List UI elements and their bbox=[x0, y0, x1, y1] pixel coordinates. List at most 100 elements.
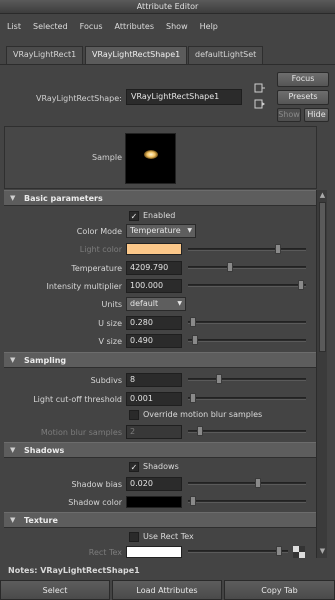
override-motion-blur-checkbox[interactable] bbox=[129, 410, 139, 420]
menu-show[interactable]: Show bbox=[166, 14, 188, 40]
intensity-slider-knob[interactable] bbox=[297, 280, 304, 290]
section-texture[interactable]: ▼ Texture bbox=[4, 512, 316, 528]
dropdown-arrow-icon: ▼ bbox=[187, 227, 192, 234]
shadows-label: Shadows bbox=[143, 462, 179, 471]
cutoff-field[interactable]: 0.001 bbox=[126, 392, 182, 406]
motion-blur-slider-track[interactable] bbox=[188, 430, 306, 433]
scroll-up-icon[interactable]: ▲ bbox=[318, 191, 327, 200]
hide-button[interactable]: Hide bbox=[304, 108, 329, 122]
section-basic-parameters[interactable]: ▼ Basic parameters bbox=[4, 190, 316, 206]
override-motion-blur-label: Override motion blur samples bbox=[143, 410, 263, 419]
output-connection-icon[interactable] bbox=[254, 98, 266, 110]
shadow-color-slider-knob[interactable] bbox=[190, 496, 197, 506]
section-title: Basic parameters bbox=[24, 194, 103, 203]
tab-defaultlightset[interactable]: defaultLightSet bbox=[188, 46, 264, 64]
shadow-bias-label: Shadow bias bbox=[71, 480, 122, 489]
subdivs-field[interactable]: 8 bbox=[126, 373, 182, 387]
tab-divider bbox=[0, 64, 335, 65]
tab-vraylightrect1[interactable]: VRayLightRect1 bbox=[6, 46, 84, 64]
shadow-color-slider-track[interactable] bbox=[188, 500, 306, 503]
node-name-label: VRayLightRectShape: bbox=[36, 94, 122, 103]
subdivs-label: Subdivs bbox=[90, 376, 122, 385]
usize-field[interactable]: 0.280 bbox=[126, 316, 182, 330]
menu-bar: List Selected Focus Attributes Show Help bbox=[0, 14, 335, 40]
focus-button[interactable]: Focus bbox=[277, 72, 329, 87]
subdivs-slider-knob[interactable] bbox=[216, 374, 222, 384]
window-title: Attribute Editor bbox=[0, 0, 335, 14]
shadow-bias-field[interactable]: 0.020 bbox=[126, 477, 182, 491]
enabled-checkbox[interactable]: ✓ bbox=[129, 211, 139, 221]
section-shadows[interactable]: ▼ Shadows bbox=[4, 442, 316, 458]
color-mode-dropdown[interactable]: Temperature ▼ bbox=[126, 224, 196, 238]
collapse-arrow-icon: ▼ bbox=[10, 446, 16, 454]
motion-blur-slider-knob[interactable] bbox=[196, 426, 203, 436]
vsize-label: V size bbox=[98, 337, 122, 346]
light-color-slider-knob[interactable] bbox=[275, 244, 281, 254]
vsize-slider-track[interactable] bbox=[188, 339, 306, 342]
copy-tab-button[interactable]: Copy Tab bbox=[224, 580, 335, 600]
shadow-bias-slider-track[interactable] bbox=[188, 482, 306, 485]
select-button[interactable]: Select bbox=[0, 580, 110, 600]
input-connection-icon[interactable] bbox=[254, 82, 266, 94]
section-title: Sampling bbox=[24, 356, 67, 365]
use-rect-tex-checkbox[interactable] bbox=[129, 532, 139, 542]
intensity-label: Intensity multiplier bbox=[46, 282, 122, 291]
tab-strip: VRayLightRect1 VRayLightRectShape1 defau… bbox=[0, 46, 335, 64]
presets-button[interactable]: Presets bbox=[277, 90, 329, 105]
color-mode-label: Color Mode bbox=[76, 227, 122, 236]
rect-tex-slider-track[interactable] bbox=[188, 550, 288, 553]
intensity-field[interactable]: 100.000 bbox=[126, 279, 182, 293]
vsize-field[interactable]: 0.490 bbox=[126, 334, 182, 348]
map-texture-icon[interactable] bbox=[293, 546, 305, 558]
rect-tex-label: Rect Tex bbox=[88, 548, 122, 557]
units-value: default bbox=[130, 299, 159, 308]
intensity-slider-track[interactable] bbox=[188, 284, 306, 287]
menu-selected[interactable]: Selected bbox=[33, 14, 68, 40]
rect-tex-slider-knob[interactable] bbox=[276, 546, 282, 556]
scroll-down-icon[interactable]: ▼ bbox=[318, 547, 327, 556]
use-rect-tex-label: Use Rect Tex bbox=[143, 532, 194, 541]
menu-help[interactable]: Help bbox=[200, 14, 218, 40]
light-color-swatch[interactable] bbox=[126, 243, 182, 255]
enabled-label: Enabled bbox=[143, 211, 176, 220]
shadows-checkbox[interactable]: ✓ bbox=[129, 462, 139, 472]
motion-blur-samples-field[interactable]: 2 bbox=[126, 425, 182, 439]
show-button[interactable]: Show bbox=[277, 108, 301, 122]
shadow-color-label: Shadow color bbox=[68, 498, 122, 507]
sample-swatch bbox=[125, 133, 176, 184]
attribute-scroll-area: ▼ Basic parameters ✓ Enabled Color Mode T… bbox=[4, 190, 316, 558]
temperature-label: Temperature bbox=[71, 264, 122, 273]
usize-slider-track[interactable] bbox=[188, 321, 306, 324]
sample-label: Sample bbox=[92, 153, 122, 162]
scrollbar-thumb[interactable] bbox=[319, 202, 326, 352]
menu-focus[interactable]: Focus bbox=[80, 14, 103, 40]
usize-slider-knob[interactable] bbox=[190, 317, 197, 327]
notes-label: Notes: VRayLightRectShape1 bbox=[8, 566, 140, 575]
shadow-color-swatch[interactable] bbox=[126, 496, 182, 508]
section-sampling[interactable]: ▼ Sampling bbox=[4, 352, 316, 368]
subdivs-slider-track[interactable] bbox=[188, 378, 306, 381]
cutoff-slider-track[interactable] bbox=[188, 397, 306, 400]
shadow-bias-slider-knob[interactable] bbox=[255, 478, 262, 488]
dropdown-arrow-icon: ▼ bbox=[177, 300, 182, 307]
section-title: Shadows bbox=[24, 446, 65, 455]
menu-attributes[interactable]: Attributes bbox=[115, 14, 155, 40]
collapse-arrow-icon: ▼ bbox=[10, 194, 16, 202]
light-color-slider-track[interactable] bbox=[188, 248, 306, 251]
units-dropdown[interactable]: default ▼ bbox=[126, 297, 186, 311]
node-name-field[interactable]: VRayLightRectShape1 bbox=[126, 89, 242, 105]
tab-vraylightrectshape1[interactable]: VRayLightRectShape1 bbox=[85, 46, 188, 64]
vertical-scrollbar[interactable]: ▲ ▼ bbox=[316, 190, 327, 558]
section-title: Texture bbox=[24, 516, 58, 525]
temperature-slider-knob[interactable] bbox=[227, 262, 234, 272]
load-attributes-button[interactable]: Load Attributes bbox=[112, 580, 222, 600]
units-label: Units bbox=[101, 300, 122, 309]
cutoff-slider-knob[interactable] bbox=[190, 393, 197, 403]
light-glow bbox=[144, 150, 158, 159]
menu-list[interactable]: List bbox=[7, 14, 21, 40]
collapse-arrow-icon: ▼ bbox=[10, 356, 16, 364]
temperature-slider-track[interactable] bbox=[188, 266, 306, 269]
rect-tex-swatch[interactable] bbox=[126, 546, 182, 558]
temperature-field[interactable]: 4209.790 bbox=[126, 261, 182, 275]
vsize-slider-knob[interactable] bbox=[192, 335, 199, 345]
